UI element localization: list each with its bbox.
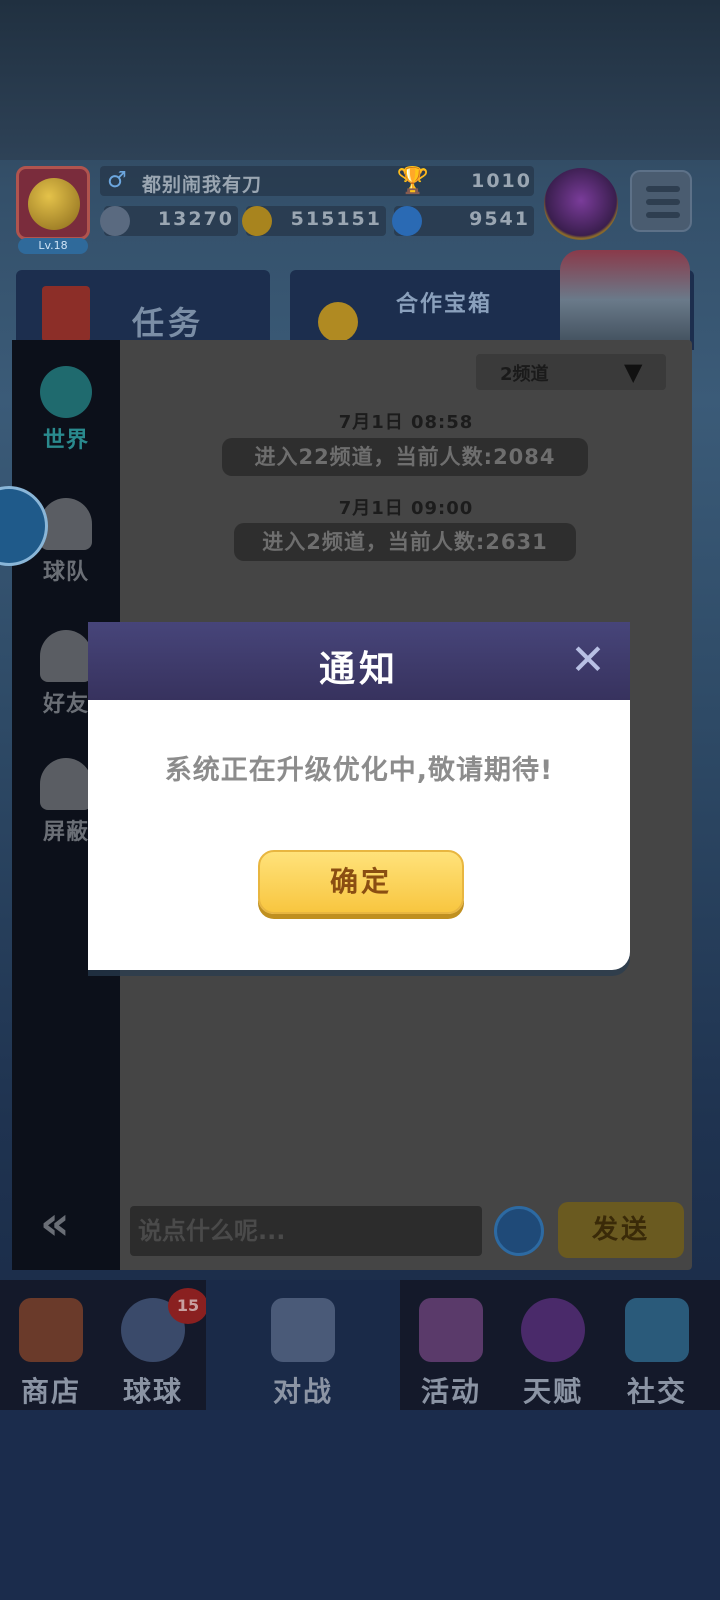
task-checklist-icon (42, 286, 90, 342)
chat-input[interactable]: 说点什么呢... (130, 1206, 482, 1256)
task-label: 任务 (132, 304, 205, 342)
trophy-icon: 🏆 (396, 166, 430, 196)
top-background (0, 0, 720, 160)
system-message: 进入2频道，当前人数:2631 (234, 523, 576, 561)
nav-label: 商店 (20, 1375, 81, 1408)
chat-tab-world[interactable]: 世界 (12, 366, 120, 454)
planet-icon (521, 1298, 585, 1362)
battle-icon (271, 1298, 335, 1362)
treasure-chest-icon[interactable] (560, 250, 690, 350)
nav-events[interactable]: 活动 (400, 1280, 502, 1410)
dialog-title: 通知 (318, 649, 399, 690)
trophy-count: 1010 (471, 170, 532, 192)
player-avatar[interactable] (16, 166, 90, 240)
coop-chest-label: 合作宝箱 (396, 292, 493, 317)
menu-button[interactable] (630, 170, 692, 232)
energy-plus-icon[interactable] (100, 206, 130, 236)
coin-plus-icon[interactable] (242, 206, 272, 236)
nav-talent[interactable]: 天赋 (502, 1280, 604, 1410)
energy-value: 13270 (157, 208, 234, 230)
gem-plus-icon[interactable] (392, 206, 422, 236)
coins-value: 515151 (290, 208, 382, 230)
block-user-icon (40, 758, 92, 810)
dialog-message: 系统正在升级优化中,敬请期待! (164, 755, 554, 786)
emoji-icon[interactable] (494, 1206, 544, 1256)
close-icon[interactable]: ✕ (568, 639, 608, 681)
nav-label: 对战 (272, 1375, 333, 1408)
bottom-background (0, 1410, 720, 1600)
menu-line (646, 186, 680, 192)
notification-badge: 15 (168, 1288, 208, 1324)
message-time: 7月1日 09:00 (338, 498, 474, 519)
dropdown-arrow-icon: ▼ (624, 358, 643, 386)
system-message: 进入22频道，当前人数:2084 (222, 438, 588, 476)
menu-line (646, 199, 680, 205)
nav-label: 活动 (420, 1375, 481, 1408)
level-tag: Lv.18 (18, 238, 88, 254)
gems-value: 9541 (469, 208, 530, 230)
collapse-chevron-icon[interactable]: « (40, 1196, 70, 1250)
helmet-icon (28, 178, 80, 230)
message-time: 7月1日 08:58 (338, 412, 474, 433)
shop-icon (19, 1298, 83, 1362)
nav-shop[interactable]: 商店 (0, 1280, 102, 1410)
coin-bag-icon (318, 302, 358, 342)
nav-battle[interactable]: 对战 (206, 1280, 400, 1410)
social-icon (625, 1298, 689, 1362)
nav-label: 球球 (122, 1375, 183, 1408)
nav-label: 社交 (626, 1375, 687, 1408)
channel-value: 2频道 (500, 364, 549, 385)
globe-icon (40, 366, 92, 418)
friends-icon (40, 630, 92, 682)
player-name: 都别闹我有刀 (142, 174, 263, 196)
menu-line (646, 212, 680, 218)
confirm-button[interactable]: 确定 (258, 850, 464, 914)
nav-label: 天赋 (522, 1375, 583, 1408)
rank-crest-icon[interactable] (544, 168, 618, 240)
party-icon (419, 1298, 483, 1362)
chat-tab-label: 世界 (42, 428, 89, 453)
nav-social[interactable]: 社交 (604, 1280, 710, 1410)
send-button[interactable]: 发送 (558, 1202, 684, 1258)
male-icon: ♂ (107, 168, 127, 193)
